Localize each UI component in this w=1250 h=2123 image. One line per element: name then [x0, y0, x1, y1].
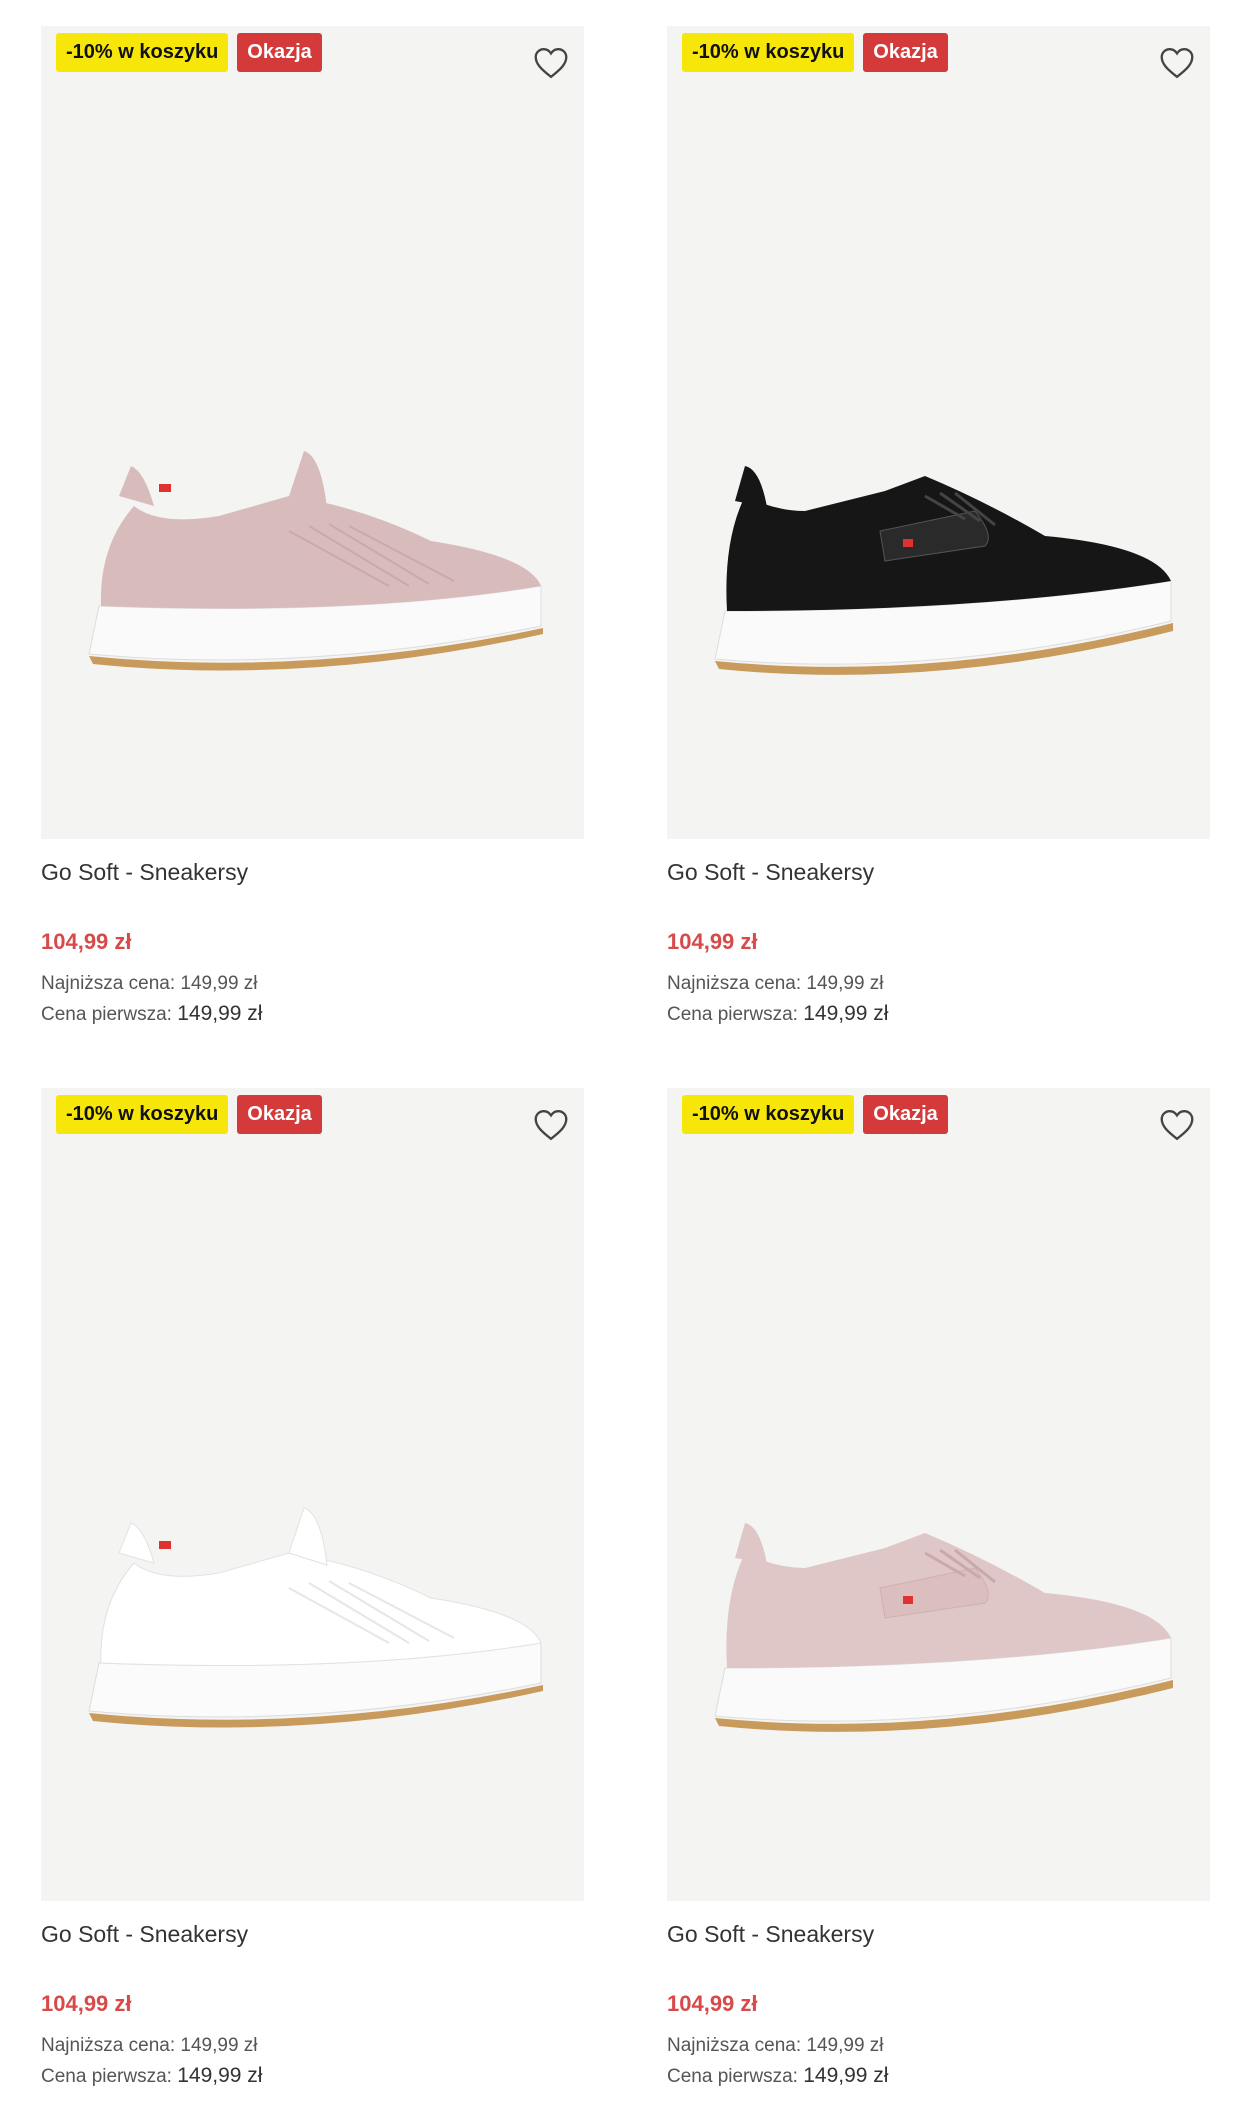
lowest-price-value: 149,99 zł	[806, 973, 884, 994]
first-price-value: 149,99 zł	[803, 2064, 889, 2087]
lowest-price-value: 149,99 zł	[180, 2035, 258, 2056]
lowest-price-row: Najniższa cena: 149,99 zł	[41, 2031, 584, 2061]
product-card[interactable]: -10% w koszyku Okazja Go Soft - Sneakers…	[667, 26, 1210, 1030]
product-name[interactable]: Go Soft - Sneakersy	[41, 1921, 584, 1953]
product-card[interactable]: -10% w koszyku Okazja Go Soft - Sneakers…	[41, 1088, 584, 2092]
wishlist-button[interactable]	[531, 43, 571, 83]
sneaker-lace-up-pink-image	[714, 1523, 1173, 1732]
product-name[interactable]: Go Soft - Sneakersy	[667, 859, 1210, 891]
product-grid: -10% w koszyku Okazja Go Soft - Sneakers…	[0, 0, 1250, 2123]
wishlist-button[interactable]	[531, 1105, 571, 1145]
product-card[interactable]: -10% w koszyku Okazja Go Soft - Sneakers…	[41, 26, 584, 1030]
discount-badge: -10% w koszyku	[56, 33, 229, 72]
sneaker-slip-on-pink-image	[88, 451, 543, 671]
product-image[interactable]: -10% w koszyku Okazja	[667, 26, 1210, 839]
deal-badge: Okazja	[863, 33, 948, 72]
heart-outline-icon	[1160, 48, 1194, 79]
first-price-row: Cena pierwsza: 149,99 zł	[41, 999, 584, 1030]
first-price-row: Cena pierwsza: 149,99 zł	[667, 999, 1210, 1030]
badges: -10% w koszyku Okazja	[682, 33, 948, 72]
first-price-label: Cena pierwsza:	[667, 2066, 798, 2087]
product-price: 104,99 zł	[41, 929, 132, 954]
product-price: 104,99 zł	[667, 1991, 758, 2016]
discount-badge: -10% w koszyku	[682, 1095, 855, 1134]
product-price: 104,99 zł	[41, 1991, 132, 2016]
lowest-price-value: 149,99 zł	[180, 973, 258, 994]
deal-badge: Okazja	[237, 1095, 322, 1134]
first-price-row: Cena pierwsza: 149,99 zł	[667, 2061, 1210, 2092]
lowest-price-value: 149,99 zł	[806, 2035, 884, 2056]
first-price-value: 149,99 zł	[177, 2064, 263, 2087]
sneaker-lace-up-black-image	[714, 466, 1173, 675]
wishlist-button[interactable]	[1157, 43, 1197, 83]
first-price-label: Cena pierwsza:	[41, 2066, 172, 2087]
product-image[interactable]: -10% w koszyku Okazja	[667, 1088, 1210, 1901]
badges: -10% w koszyku Okazja	[56, 1095, 322, 1134]
lowest-price-row: Najniższa cena: 149,99 zł	[667, 2031, 1210, 2061]
sneaker-slip-on-white-image	[88, 1507, 543, 1728]
lowest-price-row: Najniższa cena: 149,99 zł	[667, 969, 1210, 999]
lowest-price-label: Najniższa cena:	[41, 2035, 176, 2056]
product-name[interactable]: Go Soft - Sneakersy	[41, 859, 584, 891]
badges: -10% w koszyku Okazja	[682, 1095, 948, 1134]
product-image[interactable]: -10% w koszyku Okazja	[41, 1088, 584, 1901]
first-price-value: 149,99 zł	[177, 1002, 263, 1025]
lowest-price-label: Najniższa cena:	[667, 2035, 802, 2056]
product-image[interactable]: -10% w koszyku Okazja	[41, 26, 584, 839]
first-price-label: Cena pierwsza:	[667, 1004, 798, 1025]
first-price-value: 149,99 zł	[803, 1002, 889, 1025]
heart-outline-icon	[534, 1110, 568, 1141]
lowest-price-label: Najniższa cena:	[41, 973, 176, 994]
heart-outline-icon	[1160, 1110, 1194, 1141]
first-price-label: Cena pierwsza:	[41, 1004, 172, 1025]
discount-badge: -10% w koszyku	[56, 1095, 229, 1134]
wishlist-button[interactable]	[1157, 1105, 1197, 1145]
deal-badge: Okazja	[863, 1095, 948, 1134]
lowest-price-label: Najniższa cena:	[667, 973, 802, 994]
deal-badge: Okazja	[237, 33, 322, 72]
product-name[interactable]: Go Soft - Sneakersy	[667, 1921, 1210, 1953]
product-card[interactable]: -10% w koszyku Okazja Go Soft - Sneakers…	[667, 1088, 1210, 2092]
first-price-row: Cena pierwsza: 149,99 zł	[41, 2061, 584, 2092]
badges: -10% w koszyku Okazja	[56, 33, 322, 72]
product-price: 104,99 zł	[667, 929, 758, 954]
lowest-price-row: Najniższa cena: 149,99 zł	[41, 969, 584, 999]
discount-badge: -10% w koszyku	[682, 33, 855, 72]
heart-outline-icon	[534, 48, 568, 79]
